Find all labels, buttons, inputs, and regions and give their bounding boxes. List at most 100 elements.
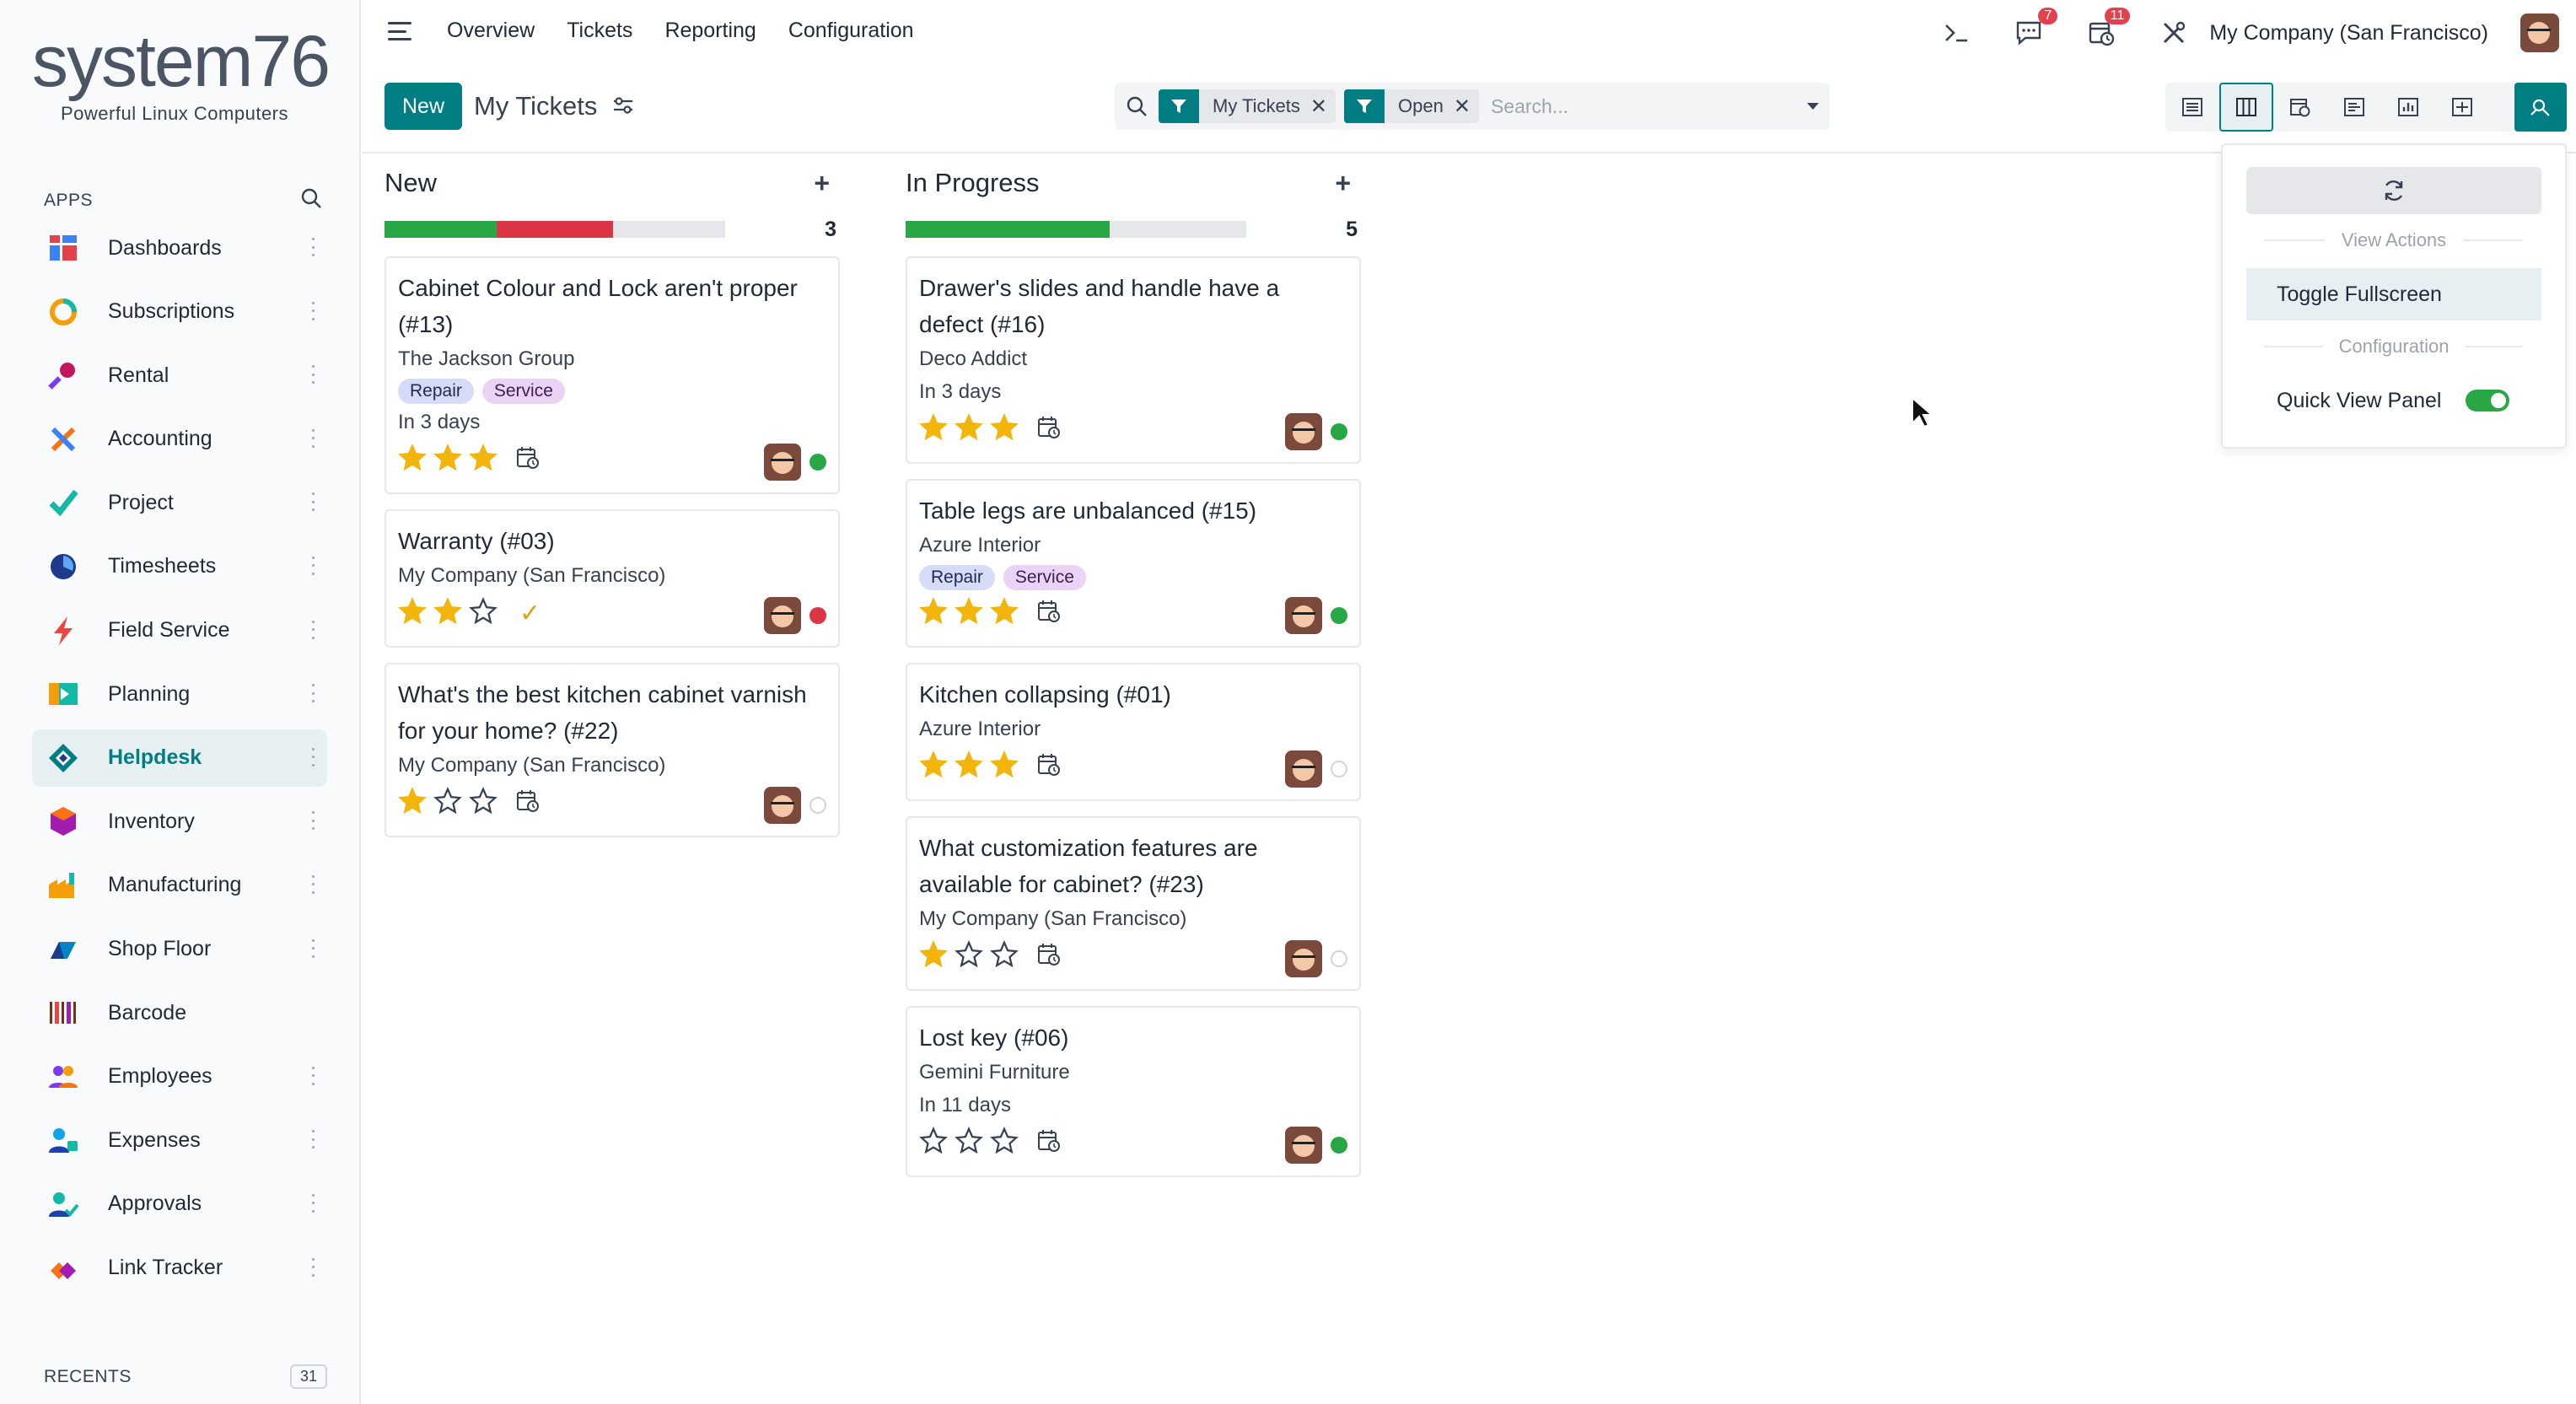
sidebar-item-link-tracker[interactable]: Link Tracker — [32, 1240, 327, 1297]
nav-configuration[interactable]: Configuration — [788, 19, 914, 43]
status-dot[interactable] — [1331, 761, 1347, 777]
refresh-button[interactable] — [2246, 167, 2541, 214]
new-button[interactable]: New — [385, 83, 462, 130]
priority-star-icon[interactable] — [990, 939, 1025, 973]
kebab-menu-icon[interactable] — [312, 811, 315, 831]
activity-calendar-icon[interactable] — [1037, 416, 1061, 444]
ticket-card[interactable]: Table legs are unbalanced (#15) Azure Int… — [906, 479, 1361, 648]
user-avatar[interactable] — [2520, 13, 2559, 52]
status-dot[interactable] — [809, 607, 826, 624]
status-dot[interactable] — [809, 797, 826, 814]
kebab-menu-icon[interactable] — [312, 684, 315, 703]
priority-star-icon[interactable] — [990, 1126, 1025, 1159]
ticket-card[interactable]: What customization features are availabl… — [906, 816, 1361, 991]
remove-facet-icon[interactable]: ✕ — [1454, 94, 1479, 119]
column-title[interactable]: In Progress — [906, 168, 1040, 198]
priority-star-icon[interactable] — [990, 412, 1025, 446]
kebab-menu-icon[interactable] — [312, 428, 315, 448]
kebab-menu-icon[interactable] — [312, 747, 315, 767]
status-dot[interactable] — [1331, 1137, 1347, 1154]
assignee-avatar[interactable] — [764, 597, 801, 634]
menu-toggle-icon[interactable] — [388, 22, 411, 40]
column-progress-bar[interactable] — [385, 221, 725, 238]
column-progress-bar[interactable] — [906, 221, 1246, 238]
sidebar-item-inventory[interactable]: Inventory — [32, 793, 327, 850]
priority-star-icon[interactable] — [955, 750, 990, 783]
activity-calendar-icon[interactable] — [1037, 943, 1061, 971]
assignee-avatar[interactable] — [1285, 597, 1322, 634]
status-dot[interactable] — [809, 454, 826, 471]
sidebar-item-timesheets[interactable]: Timesheets — [32, 538, 327, 595]
nav-overview[interactable]: Overview — [447, 19, 535, 43]
search-icon[interactable] — [1115, 95, 1159, 117]
assignee-avatar[interactable] — [1285, 413, 1322, 450]
priority-star-icon[interactable] — [919, 750, 955, 783]
activity-calendar-icon[interactable] — [1037, 1129, 1061, 1157]
kebab-menu-icon[interactable] — [312, 492, 315, 512]
nav-tickets[interactable]: Tickets — [567, 19, 632, 43]
pivot-view-icon[interactable] — [2435, 83, 2489, 132]
sidebar-item-field-service[interactable]: Field Service — [32, 602, 327, 659]
ticket-card[interactable]: Drawer's slides and handle have a defect… — [906, 256, 1361, 464]
company-switcher[interactable]: My Company (San Francisco) — [2209, 21, 2488, 46]
search-input[interactable]: Search... — [1487, 95, 1796, 118]
activity-view-icon[interactable] — [2327, 83, 2381, 132]
priority-star-icon[interactable] — [469, 596, 504, 630]
priority-star-icon[interactable] — [955, 412, 990, 446]
sidebar-item-shop-floor[interactable]: Shop Floor — [32, 921, 327, 978]
activity-calendar-icon[interactable] — [1037, 600, 1061, 627]
priority-star-icon[interactable] — [433, 443, 469, 476]
priority-star-icon[interactable] — [955, 1126, 990, 1159]
messages-icon[interactable]: 7 — [2012, 8, 2058, 50]
quick-view-panel-item[interactable]: Quick View Panel — [2246, 374, 2541, 427]
search-icon[interactable] — [300, 187, 322, 213]
assignee-avatar[interactable] — [1285, 940, 1322, 977]
column-title[interactable]: New — [385, 168, 437, 198]
kebab-menu-icon[interactable] — [312, 1130, 315, 1149]
view-settings-icon[interactable] — [2514, 83, 2567, 132]
activity-calendar-icon[interactable] — [1037, 753, 1061, 781]
nav-reporting[interactable]: Reporting — [664, 19, 756, 43]
add-card-plus-icon[interactable]: + — [1335, 168, 1351, 199]
tools-icon[interactable] — [2157, 16, 2191, 50]
sidebar-item-project[interactable]: Project — [32, 474, 327, 531]
ticket-card[interactable]: Cabinet Colour and Lock aren't proper (#… — [385, 256, 840, 494]
sidebar-item-employees[interactable]: Employees — [32, 1048, 327, 1105]
priority-star-icon[interactable] — [433, 596, 469, 630]
activity-calendar-icon[interactable] — [516, 789, 540, 817]
sidebar-item-approvals[interactable]: Approvals — [32, 1175, 327, 1233]
priority-star-icon[interactable] — [990, 596, 1025, 630]
quick-view-panel-toggle[interactable] — [2466, 390, 2509, 412]
sidebar-item-manufacturing[interactable]: Manufacturing — [32, 857, 327, 914]
status-dot[interactable] — [1331, 607, 1347, 624]
sidebar-item-barcode[interactable]: Barcode — [32, 984, 327, 1041]
priority-star-icon[interactable] — [955, 939, 990, 973]
progress-green-segment[interactable] — [906, 221, 1111, 238]
activity-calendar-icon[interactable] — [516, 446, 540, 474]
priority-star-icon[interactable] — [398, 786, 433, 820]
kebab-menu-icon[interactable] — [312, 365, 315, 385]
calendar-view-icon[interactable] — [2273, 83, 2327, 132]
sidebar-item-planning[interactable]: Planning — [32, 665, 327, 723]
add-card-plus-icon[interactable]: + — [814, 168, 830, 199]
sidebar-item-dashboards[interactable]: Dashboards — [32, 219, 327, 277]
kebab-menu-icon[interactable] — [312, 874, 315, 894]
sidebar-item-rental[interactable]: Rental — [32, 347, 327, 404]
kebab-menu-icon[interactable] — [312, 1066, 315, 1085]
ticket-card[interactable]: What's the best kitchen cabinet varnish … — [385, 663, 840, 837]
status-dot[interactable] — [1331, 423, 1347, 440]
priority-star-icon[interactable] — [469, 786, 504, 820]
priority-star-icon[interactable] — [919, 596, 955, 630]
priority-star-icon[interactable] — [433, 786, 469, 820]
list-view-icon[interactable] — [2165, 83, 2219, 132]
sidebar-item-accounting[interactable]: Accounting — [32, 411, 327, 468]
ticket-card[interactable]: Warranty (#03) My Company (San Francisco)… — [385, 509, 840, 648]
check-icon[interactable]: ✓ — [519, 599, 540, 628]
sidebar-item-subscriptions[interactable]: Subscriptions — [32, 283, 327, 341]
assignee-avatar[interactable] — [1285, 750, 1322, 788]
recents-count[interactable]: 31 — [289, 1364, 327, 1389]
kebab-menu-icon[interactable] — [312, 238, 315, 256]
kanban-view-icon[interactable] — [2219, 83, 2273, 132]
priority-star-icon[interactable] — [469, 443, 504, 476]
chevron-down-icon[interactable] — [1796, 102, 1830, 110]
